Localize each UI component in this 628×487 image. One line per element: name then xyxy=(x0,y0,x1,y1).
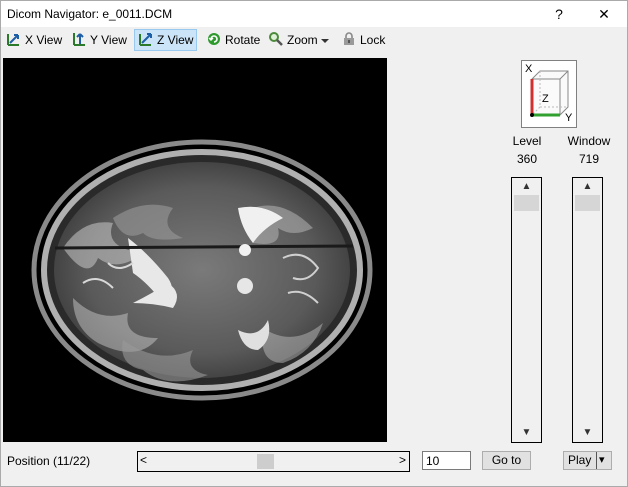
z-view-button[interactable]: Z View xyxy=(134,29,198,51)
x-view-label: X View xyxy=(25,33,63,47)
window-scroll-down-icon[interactable]: ▼ xyxy=(573,425,602,441)
x-view-icon xyxy=(6,31,22,50)
lock-label: Lock xyxy=(360,33,386,47)
zoom-dropdown-button[interactable]: Zoom xyxy=(265,29,332,51)
position-status: Position (11/22) xyxy=(7,454,91,468)
window-value: 719 xyxy=(578,152,600,166)
play-split-divider xyxy=(596,452,597,469)
rotate-button[interactable]: Rotate xyxy=(203,29,263,51)
y-view-icon xyxy=(71,31,87,50)
scroll-left-icon[interactable]: < xyxy=(140,453,147,467)
cube-z-label: Z xyxy=(542,93,549,105)
rotate-label: Rotate xyxy=(225,33,261,47)
cube-x-label: X xyxy=(525,63,533,75)
cube-y-label: Y xyxy=(565,112,573,124)
play-button[interactable]: Play ▾ xyxy=(563,451,612,470)
lock-icon xyxy=(341,31,357,50)
orientation-cube: X Y Z xyxy=(521,60,577,128)
window-scroll-thumb[interactable] xyxy=(575,195,600,211)
goto-position-input[interactable] xyxy=(422,451,471,470)
slice-position-scrollbar[interactable]: < > xyxy=(137,451,410,472)
mri-image-viewport[interactable] xyxy=(3,58,387,442)
close-button[interactable]: ✕ xyxy=(582,1,626,27)
window-scroll-up-icon[interactable]: ▲ xyxy=(573,179,602,195)
help-button[interactable]: ? xyxy=(537,1,581,27)
zoom-icon xyxy=(268,31,284,50)
level-scroll-thumb[interactable] xyxy=(514,195,539,211)
goto-button[interactable]: Go to xyxy=(482,451,531,470)
title-bar: Dicom Navigator: e_0011.DCM ? ✕ xyxy=(1,1,627,27)
level-scroll-down-icon[interactable]: ▼ xyxy=(512,425,541,441)
y-view-label: Y View xyxy=(90,33,127,47)
level-scroll-up-icon[interactable]: ▲ xyxy=(512,179,541,195)
level-scrollbar[interactable]: ▲ ▼ xyxy=(511,177,542,443)
z-view-icon xyxy=(138,31,154,50)
dicom-navigator-window: Dicom Navigator: e_0011.DCM ? ✕ X View Y… xyxy=(0,0,628,487)
level-value: 360 xyxy=(516,152,538,166)
level-label: Level xyxy=(512,134,542,148)
y-view-button[interactable]: Y View xyxy=(68,29,130,51)
window-label: Window xyxy=(567,134,611,148)
mri-brain-slice-image xyxy=(31,139,373,401)
scroll-right-icon[interactable]: > xyxy=(399,453,406,467)
window-scrollbar[interactable]: ▲ ▼ xyxy=(572,177,603,443)
x-view-button[interactable]: X View xyxy=(3,29,65,51)
rotate-icon xyxy=(206,31,222,50)
chevron-down-icon xyxy=(320,33,329,47)
play-label: Play xyxy=(568,453,592,467)
z-view-label: Z View xyxy=(157,33,194,47)
slice-scroll-thumb[interactable] xyxy=(257,454,274,469)
window-title: Dicom Navigator: e_0011.DCM xyxy=(7,7,173,21)
toolbar: X View Y View Z View Rotate Zoom Lock xyxy=(1,27,627,53)
lock-button[interactable]: Lock xyxy=(338,29,388,51)
zoom-label: Zoom xyxy=(287,33,318,47)
play-dropdown-icon[interactable]: ▾ xyxy=(599,452,605,469)
